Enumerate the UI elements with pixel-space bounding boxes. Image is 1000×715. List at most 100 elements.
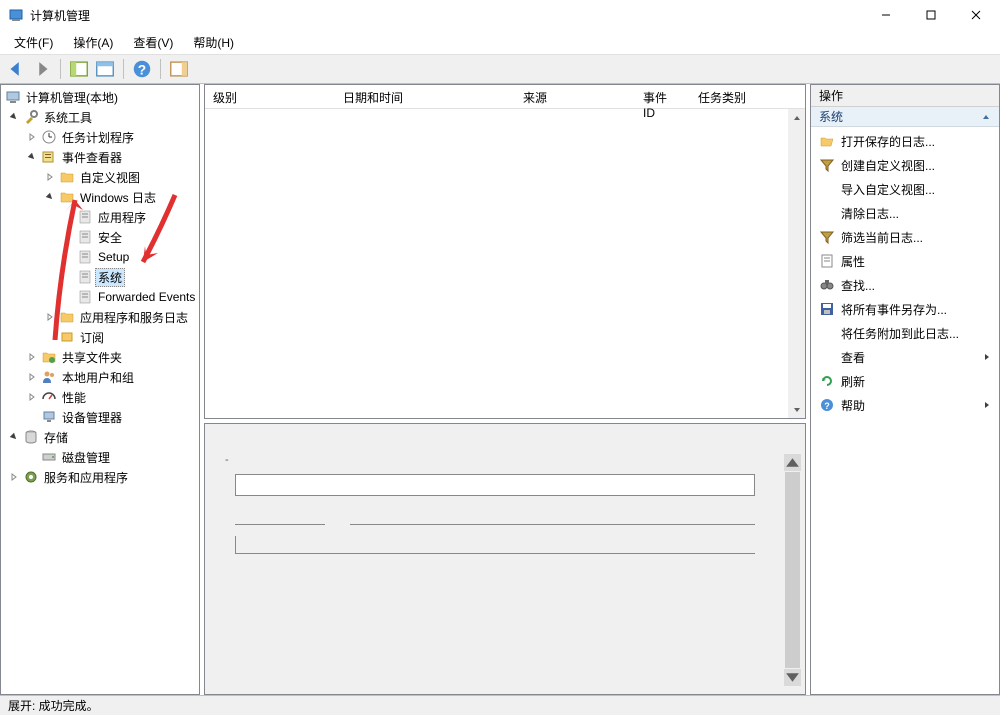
collapse-icon[interactable]	[7, 430, 21, 444]
workspace: 计算机管理(本地) 系统工具 任务计划程序 事件查看器	[0, 84, 1000, 695]
performance-icon	[41, 389, 57, 405]
menu-view[interactable]: 查看(V)	[123, 31, 183, 54]
scroll-thumb[interactable]	[785, 472, 800, 668]
scroll-down-icon[interactable]	[788, 401, 805, 418]
scroll-track[interactable]	[788, 126, 805, 401]
list-body[interactable]	[205, 109, 805, 418]
action-import-custom-view[interactable]: 导入自定义视图...	[811, 177, 999, 201]
action-find[interactable]: 查找...	[811, 273, 999, 297]
tree-device-manager[interactable]: 设备管理器	[1, 407, 199, 427]
action-open-saved-log[interactable]: 打开保存的日志...	[811, 129, 999, 153]
computer-icon	[5, 89, 21, 105]
collapse-icon[interactable]	[7, 110, 21, 124]
services-icon	[23, 469, 39, 485]
close-button[interactable]	[953, 1, 998, 29]
scroll-up-icon[interactable]	[788, 109, 805, 126]
tree-task-scheduler[interactable]: 任务计划程序	[1, 127, 199, 147]
scroll-down-icon[interactable]	[784, 669, 801, 686]
tree-app-services-logs[interactable]: 应用程序和服务日志	[1, 307, 199, 327]
col-source[interactable]: 来源	[515, 85, 635, 108]
tree-windows-logs[interactable]: Windows 日志	[1, 187, 199, 207]
show-hide-tree-button[interactable]	[67, 57, 91, 81]
expand-icon[interactable]	[25, 390, 39, 404]
action-attach-task[interactable]: 将任务附加到此日志...	[811, 321, 999, 345]
expand-icon[interactable]	[43, 310, 57, 324]
actions-section[interactable]: 系统	[811, 107, 999, 127]
tree-system-log[interactable]: 系统	[1, 267, 199, 287]
maximize-button[interactable]	[908, 1, 953, 29]
expand-icon[interactable]	[7, 470, 21, 484]
properties-button[interactable]	[93, 57, 117, 81]
subscriptions-icon	[59, 329, 75, 345]
app-icon	[8, 7, 24, 23]
folder-icon	[59, 189, 75, 205]
help-button[interactable]: ?	[130, 57, 154, 81]
vertical-scrollbar[interactable]	[784, 454, 801, 686]
col-datetime[interactable]: 日期和时间	[335, 85, 515, 108]
shared-folder-icon	[41, 349, 57, 365]
expand-icon[interactable]	[25, 350, 39, 364]
action-help[interactable]: ? 帮助	[811, 393, 999, 417]
action-pane-button[interactable]	[167, 57, 191, 81]
action-filter-current-log[interactable]: 筛选当前日志...	[811, 225, 999, 249]
tree-root[interactable]: 计算机管理(本地)	[1, 87, 199, 107]
menu-help[interactable]: 帮助(H)	[183, 31, 244, 54]
actions-pane: 操作 系统 打开保存的日志... 创建自定义视图... 导入自定义视图... 清…	[810, 84, 1000, 695]
detail-field[interactable]	[235, 474, 755, 496]
tree-shared-folders[interactable]: 共享文件夹	[1, 347, 199, 367]
collapse-icon[interactable]	[25, 150, 39, 164]
collapse-up-icon	[981, 112, 991, 122]
filter-icon	[819, 157, 835, 173]
tree-application-log[interactable]: 应用程序	[1, 207, 199, 227]
menu-file[interactable]: 文件(F)	[4, 31, 63, 54]
tree-disk-management[interactable]: 磁盘管理	[1, 447, 199, 467]
back-button[interactable]	[4, 57, 28, 81]
action-view[interactable]: 查看	[811, 345, 999, 369]
tree-label: Setup	[95, 249, 132, 265]
titlebar: 计算机管理	[0, 0, 1000, 30]
expand-icon[interactable]	[43, 170, 57, 184]
tree-system-tools[interactable]: 系统工具	[1, 107, 199, 127]
action-refresh[interactable]: 刷新	[811, 369, 999, 393]
event-list-pane: 级别 日期和时间 来源 事件 ID 任务类别	[204, 84, 806, 419]
collapse-icon[interactable]	[43, 190, 57, 204]
tree-label: 系统工具	[41, 108, 95, 127]
minimize-button[interactable]	[863, 1, 908, 29]
tree-services-apps[interactable]: 服务和应用程序	[1, 467, 199, 487]
device-icon	[41, 409, 57, 425]
svg-text:?: ?	[138, 63, 146, 78]
vertical-scrollbar[interactable]	[788, 109, 805, 418]
tree-custom-views[interactable]: 自定义视图	[1, 167, 199, 187]
tree-label: 存储	[41, 428, 71, 447]
scroll-up-icon[interactable]	[784, 454, 801, 471]
tree-event-viewer[interactable]: 事件查看器	[1, 147, 199, 167]
tree-performance[interactable]: 性能	[1, 387, 199, 407]
tree-storage[interactable]: 存储	[1, 427, 199, 447]
actions-header: 操作	[811, 85, 999, 107]
action-label: 刷新	[841, 373, 991, 390]
tree-security-log[interactable]: 安全	[1, 227, 199, 247]
action-properties[interactable]: 属性	[811, 249, 999, 273]
action-create-custom-view[interactable]: 创建自定义视图...	[811, 153, 999, 177]
detail-field[interactable]	[235, 536, 755, 554]
tree-forwarded-log[interactable]: Forwarded Events	[1, 287, 199, 307]
help-icon: ?	[819, 397, 835, 413]
submenu-arrow-icon	[983, 352, 991, 362]
forward-button[interactable]	[30, 57, 54, 81]
col-category[interactable]: 任务类别	[690, 85, 805, 108]
col-level[interactable]: 级别	[205, 85, 335, 108]
menu-action[interactable]: 操作(A)	[63, 31, 123, 54]
tree-local-users[interactable]: 本地用户和组	[1, 367, 199, 387]
folder-icon	[59, 169, 75, 185]
action-label: 将任务附加到此日志...	[841, 325, 991, 342]
save-icon	[819, 301, 835, 317]
action-save-all-events[interactable]: 将所有事件另存为...	[811, 297, 999, 321]
col-eventid[interactable]: 事件 ID	[635, 85, 690, 108]
action-clear-log[interactable]: 清除日志...	[811, 201, 999, 225]
tree-setup-log[interactable]: Setup	[1, 247, 199, 267]
status-text: 展开: 成功完成。	[8, 697, 99, 714]
detail-placeholder: -	[225, 454, 229, 466]
tree-subscriptions[interactable]: 订阅	[1, 327, 199, 347]
expand-icon[interactable]	[25, 370, 39, 384]
expand-icon[interactable]	[25, 130, 39, 144]
